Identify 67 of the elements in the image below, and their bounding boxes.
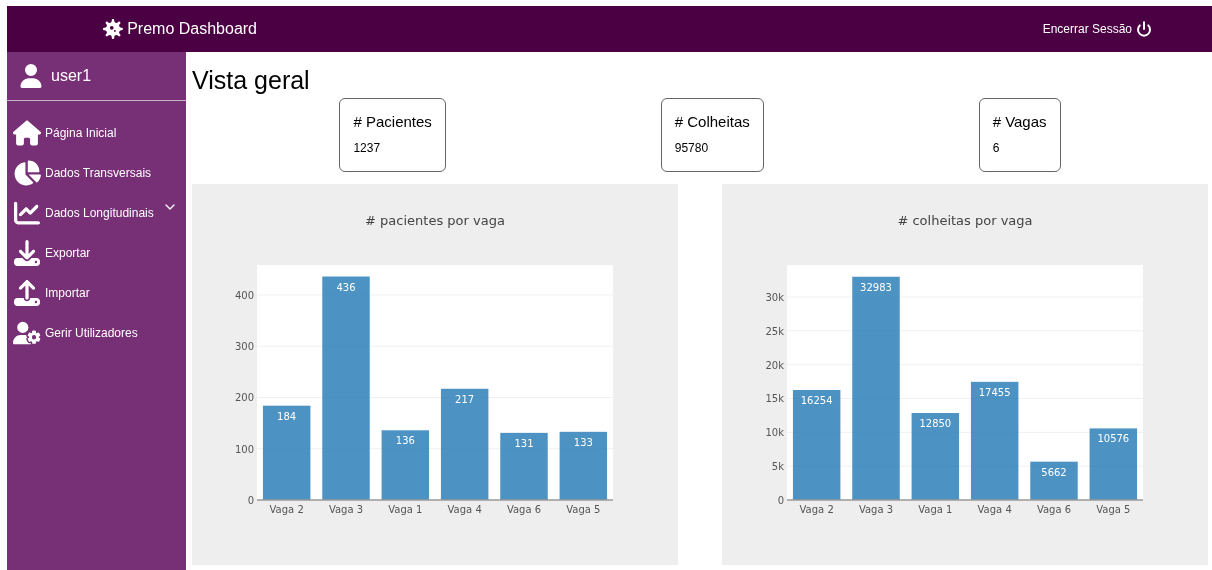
app-title: Premo Dashboard xyxy=(127,19,257,39)
house-icon xyxy=(13,120,41,146)
pie-chart-icon xyxy=(13,160,41,186)
x-tick-label: Vaga 4 xyxy=(977,504,1012,515)
bar-value-label: 16254 xyxy=(800,395,833,406)
x-tick-label: Vaga 5 xyxy=(566,504,601,515)
stat-label: # Colheitas xyxy=(674,112,750,132)
y-tick-label: 200 xyxy=(234,392,254,404)
sidebar-item[interactable]: Gerir Utilizadores xyxy=(13,319,186,347)
stat-value: 95780 xyxy=(674,140,710,157)
x-tick-label: Vaga 1 xyxy=(388,504,423,515)
bar-value-label: 12850 xyxy=(919,418,952,430)
user-name: user1 xyxy=(51,66,92,86)
y-tick-label: 15k xyxy=(765,393,784,405)
download-icon xyxy=(13,240,41,266)
y-tick-label: 10k xyxy=(765,427,784,439)
bar xyxy=(1089,428,1138,500)
logout-button[interactable]: Encerrar Sessão xyxy=(1042,20,1152,38)
bar-value-label: 17455 xyxy=(978,386,1011,398)
sidebar-item[interactable]: Exportar xyxy=(13,239,186,267)
sidebar-item[interactable]: Importar xyxy=(13,279,186,307)
power-icon xyxy=(1136,21,1152,37)
x-tick-label: Vaga 5 xyxy=(1096,504,1131,515)
bar-value-label: 136 xyxy=(395,435,415,447)
bar-value-label: 184 xyxy=(277,410,297,422)
virus-logo-icon xyxy=(103,19,124,39)
y-tick-label: 300 xyxy=(234,341,254,353)
bar-value-label: 436 xyxy=(336,281,356,293)
x-tick-label: Vaga 2 xyxy=(799,504,834,515)
upload-icon xyxy=(13,280,41,306)
y-tick-label: 100 xyxy=(234,443,254,455)
bar-value-label: 217 xyxy=(455,393,475,405)
bar xyxy=(559,431,608,500)
y-tick-label: 30k xyxy=(765,291,784,303)
chart-title: # colheitas por vaga xyxy=(897,213,1033,228)
x-tick-label: Vaga 4 xyxy=(447,504,482,515)
y-tick-label: 5k xyxy=(771,461,784,473)
bar-value-label: 133 xyxy=(573,436,593,448)
y-tick-label: 25k xyxy=(765,325,784,337)
page-title: Vista geral xyxy=(192,65,311,96)
x-tick-label: Vaga 2 xyxy=(269,504,304,515)
chart-title: # pacientes por vaga xyxy=(365,213,505,228)
bar xyxy=(381,430,430,500)
x-tick-label: Vaga 3 xyxy=(328,504,364,515)
sidebar-item[interactable]: Página Inicial xyxy=(13,119,186,147)
x-tick-label: Vaga 6 xyxy=(1036,504,1072,515)
bar-value-label: 131 xyxy=(514,437,534,449)
bar-value-label: 10576 xyxy=(1097,433,1130,445)
y-tick-label: 20k xyxy=(765,359,784,371)
bar-value-label: 5662 xyxy=(1041,466,1067,478)
x-tick-label: Vaga 3 xyxy=(858,504,894,515)
sidebar-item[interactable]: Dados Longitudinais xyxy=(13,199,186,227)
y-tick-label: 0 xyxy=(777,495,784,506)
x-tick-label: Vaga 6 xyxy=(506,504,542,515)
bar-value-label: 32983 xyxy=(860,281,892,293)
sidebar-item[interactable]: Dados Transversais xyxy=(13,159,186,187)
stat-label: # Vagas xyxy=(992,112,1047,132)
user-icon xyxy=(19,64,43,88)
stat-value: 1237 xyxy=(353,140,382,157)
stat-label: # Pacientes xyxy=(353,112,432,132)
y-tick-label: 0 xyxy=(247,495,254,506)
bar xyxy=(500,432,548,500)
y-tick-label: 400 xyxy=(234,290,254,301)
user-gear-icon xyxy=(13,320,41,346)
x-tick-label: Vaga 1 xyxy=(918,504,953,515)
stat-value: 6 xyxy=(992,140,1001,157)
line-chart-icon xyxy=(13,200,41,226)
